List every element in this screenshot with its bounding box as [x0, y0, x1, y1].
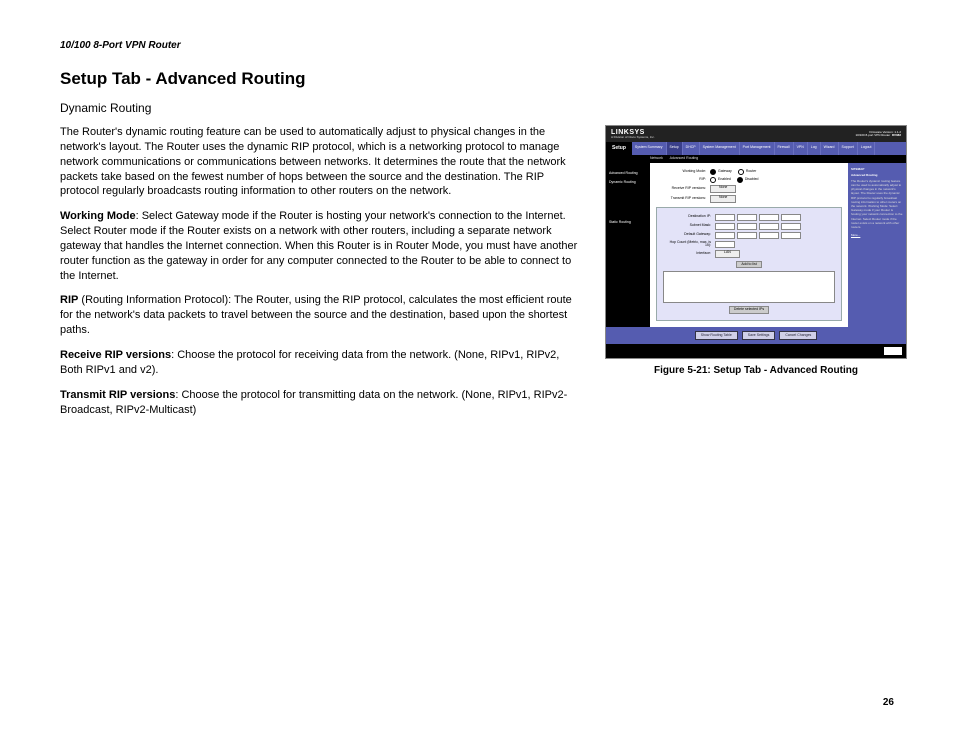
- figure-caption: Figure 5-21: Setup Tab - Advanced Routin…: [605, 365, 907, 376]
- static-routing-table: Destination IP: Subnet Mask: Default Gat…: [656, 207, 842, 321]
- nav-tab[interactable]: Firewall: [775, 142, 794, 155]
- rip-paragraph: RIP (Routing Information Protocol): The …: [60, 293, 585, 338]
- intro-paragraph: The Router's dynamic routing feature can…: [60, 125, 585, 199]
- sidebar-item: Static Routing: [606, 218, 650, 228]
- nav-tab[interactable]: DHCP: [683, 142, 700, 155]
- save-settings-button[interactable]: Save Settings: [742, 331, 776, 341]
- delete-ips-button[interactable]: Delete selected IPs: [729, 306, 769, 314]
- subnav-item[interactable]: Network: [650, 156, 663, 160]
- add-to-list-button[interactable]: Add to list: [736, 261, 761, 269]
- receive-rip-label: Receive RIP versions: [60, 349, 171, 361]
- nav-tab[interactable]: Support: [839, 142, 858, 155]
- enabled-radio[interactable]: [710, 177, 716, 183]
- page-number: 26: [883, 697, 894, 708]
- nav-tab[interactable]: System Management: [700, 142, 740, 155]
- main-form-area: Working Mode: Gateway Router RIP: Enable…: [650, 163, 848, 327]
- rip-label: RIP: [60, 294, 78, 306]
- ip-octet-input[interactable]: [781, 232, 801, 239]
- receive-rip-paragraph: Receive RIP versions: Choose the protoco…: [60, 348, 585, 378]
- body-text-column: The Router's dynamic routing feature can…: [60, 125, 585, 427]
- nav-tab[interactable]: Logout: [858, 142, 876, 155]
- nav-tab[interactable]: Wizard: [821, 142, 839, 155]
- nav-tab[interactable]: Port Management: [740, 142, 775, 155]
- brand-subtitle: A Division of Cisco Systems, Inc.: [611, 136, 655, 139]
- transmit-rip-paragraph: Transmit RIP versions: Choose the protoc…: [60, 388, 585, 418]
- ip-octet-input[interactable]: [759, 214, 779, 221]
- router-ui-screenshot: LINKSYS A Division of Cisco Systems, Inc…: [605, 125, 907, 359]
- transmit-rip-label: Transmit RIP versions: [60, 389, 175, 401]
- interface-select[interactable]: LAN: [715, 250, 740, 258]
- cancel-changes-button[interactable]: Cancel Changes: [779, 331, 817, 341]
- cisco-logo-icon: [884, 347, 902, 355]
- ip-octet-input[interactable]: [759, 232, 779, 239]
- help-title: Advanced Routing: [851, 173, 903, 177]
- ip-octet-input[interactable]: [737, 214, 757, 221]
- working-mode-label: Working Mode: [60, 210, 136, 222]
- ip-octet-input[interactable]: [737, 232, 757, 239]
- help-sidebar: SITEMAP Advanced Routing The Router's dy…: [848, 163, 906, 327]
- product-header: 10/100 8-Port VPN Router: [60, 40, 894, 51]
- hop-input[interactable]: [715, 241, 735, 248]
- route-list-box[interactable]: [663, 271, 835, 303]
- nav-tab[interactable]: Setup: [667, 142, 683, 155]
- nav-tab[interactable]: Log: [808, 142, 821, 155]
- trans-rip-select[interactable]: None: [710, 195, 736, 203]
- ip-octet-input[interactable]: [759, 223, 779, 230]
- working-mode-field-label: Working Mode:: [656, 170, 710, 174]
- sidebar-item: Dynamic Routing: [606, 178, 650, 188]
- nav-tab[interactable]: VPN: [794, 142, 808, 155]
- left-sidebar: Advanced Routing Dynamic Routing Static …: [606, 163, 650, 327]
- disabled-radio[interactable]: [737, 177, 743, 183]
- working-mode-paragraph: Working Mode: Select Gateway mode if the…: [60, 209, 585, 283]
- show-routing-table-button[interactable]: Show Routing Table: [695, 331, 738, 341]
- recv-rip-select[interactable]: None: [710, 185, 736, 193]
- rip-field-label: RIP:: [656, 178, 710, 182]
- more-link[interactable]: More...: [851, 233, 903, 237]
- page-title: Setup Tab - Advanced Routing: [60, 69, 894, 89]
- section-subtitle: Dynamic Routing: [60, 101, 894, 115]
- sidebar-item: Advanced Routing: [606, 169, 650, 179]
- ip-octet-input[interactable]: [781, 214, 801, 221]
- trans-rip-field-label: Transmit RIP versions:: [656, 197, 710, 201]
- ip-octet-input[interactable]: [715, 232, 735, 239]
- ip-octet-input[interactable]: [781, 223, 801, 230]
- sub-nav: Network Advanced Routing: [606, 155, 906, 163]
- subnav-item[interactable]: Advanced Routing: [670, 156, 699, 160]
- gateway-radio[interactable]: [710, 169, 716, 175]
- recv-rip-field-label: Receive RIP versions:: [656, 187, 710, 191]
- nav-tab[interactable]: System Summary: [632, 142, 667, 155]
- router-radio[interactable]: [738, 169, 744, 175]
- footer-button-row: Show Routing Table Save Settings Cancel …: [606, 327, 906, 345]
- ip-octet-input[interactable]: [737, 223, 757, 230]
- active-main-tab[interactable]: Setup: [606, 142, 632, 155]
- figure-column: LINKSYS A Division of Cisco Systems, Inc…: [605, 125, 907, 376]
- ip-octet-input[interactable]: [715, 223, 735, 230]
- help-sitemap[interactable]: SITEMAP: [851, 167, 903, 171]
- help-text: The Router's dynamic routing feature can…: [851, 179, 903, 229]
- ip-octet-input[interactable]: [715, 214, 735, 221]
